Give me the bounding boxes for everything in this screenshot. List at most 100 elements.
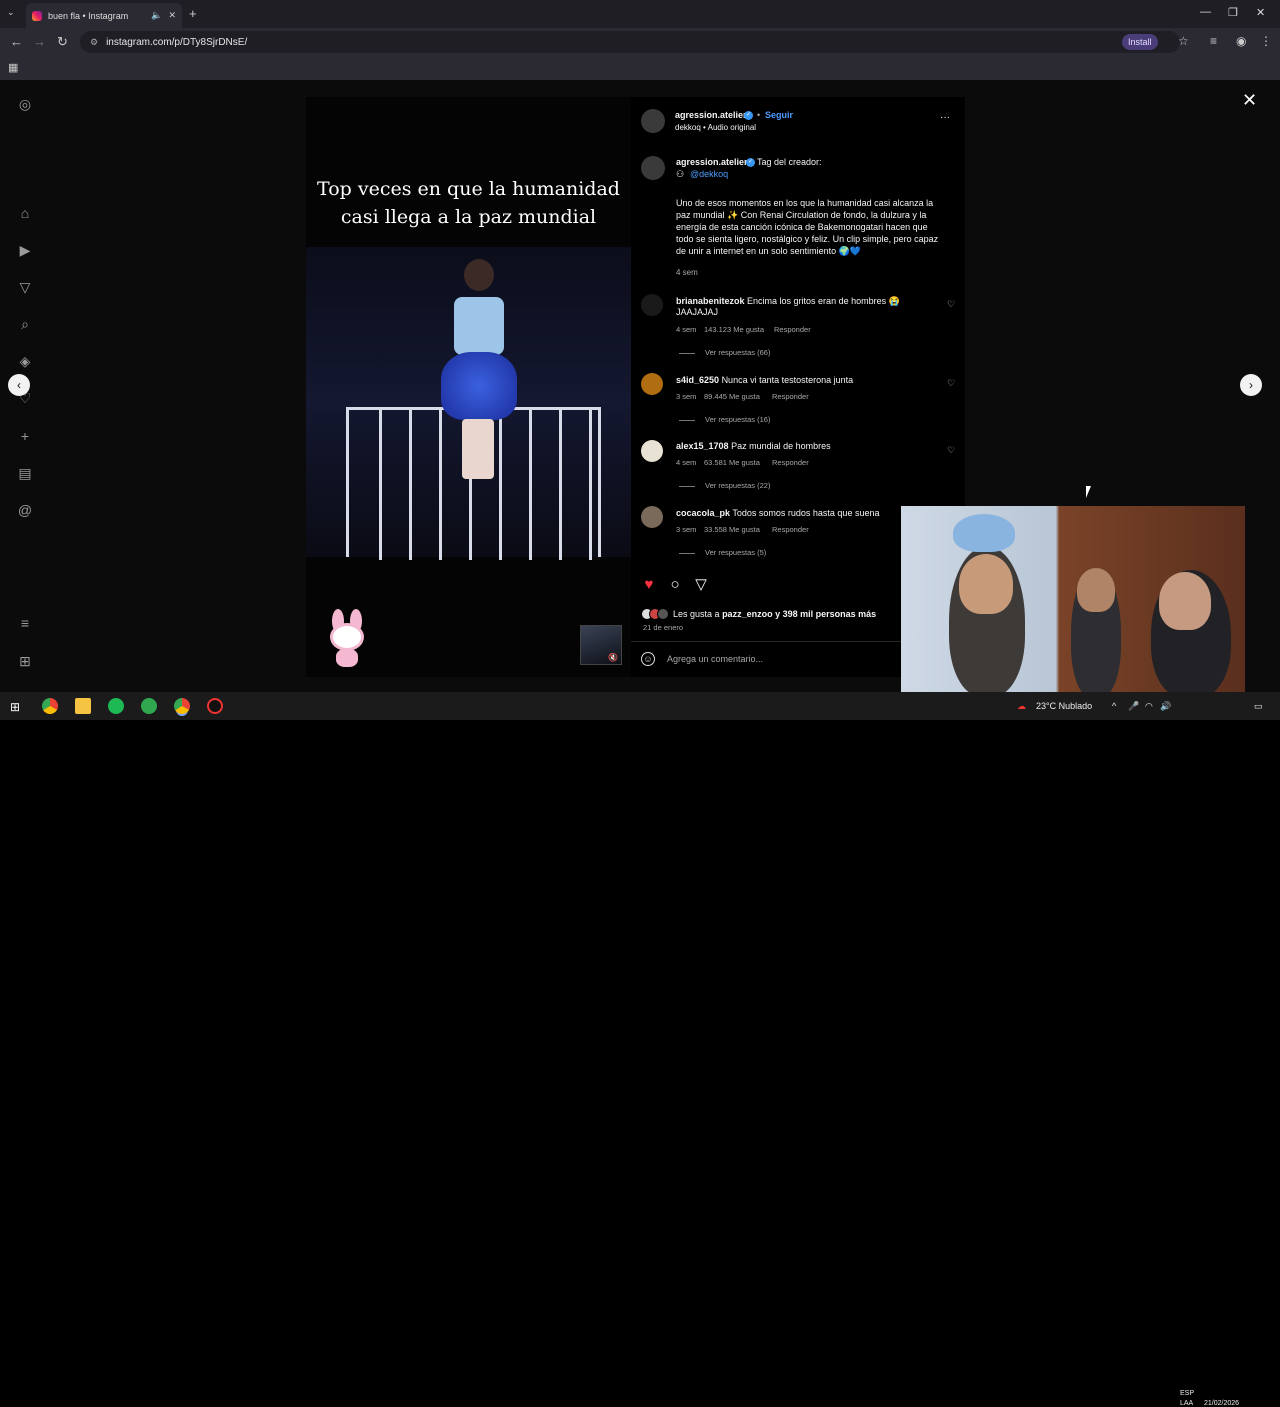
reels-icon[interactable]: ▶ (16, 242, 34, 259)
new-tab-icon[interactable]: + (189, 6, 197, 21)
menu-icon[interactable]: ≡ (16, 615, 34, 631)
likes-suffix[interactable]: y 398 mil personas más (775, 609, 876, 619)
instagram-icon[interactable]: ◎ (16, 96, 34, 113)
creator-mention-link[interactable]: @dekkoq (690, 169, 728, 179)
comment-reply-button[interactable]: Responder (772, 525, 809, 534)
likes-summary[interactable]: Les gusta a pazz_enzoo y 398 mil persona… (641, 608, 876, 620)
likes-prefix: Les gusta a (673, 609, 720, 619)
comment-username[interactable]: s4id_6250 (676, 375, 719, 385)
taskbar-date[interactable]: 21/02/2026 (1204, 1400, 1239, 1407)
lang-secondary[interactable]: LAA (1180, 1400, 1193, 1407)
app-icon[interactable] (207, 698, 223, 714)
caption-avatar[interactable] (641, 156, 665, 180)
view-replies-button[interactable]: Ver respuestas (66) (679, 348, 770, 357)
install-button[interactable]: Install (1122, 34, 1158, 50)
view-replies-button[interactable]: Ver respuestas (16) (679, 415, 770, 424)
back-icon[interactable]: ← (10, 34, 23, 49)
volume-icon[interactable]: 🔊 (1160, 701, 1171, 712)
comment-like-icon[interactable]: ♡ (947, 299, 955, 310)
comment-icon[interactable]: ○ (667, 577, 683, 593)
xbox-icon[interactable] (141, 698, 157, 714)
comment-avatar[interactable] (641, 294, 663, 316)
caption-verified-icon: ✓ (746, 158, 755, 168)
apps-grid-icon[interactable]: ▦ (8, 61, 18, 74)
comment-likes[interactable]: 63.581 Me gusta (704, 458, 760, 467)
maximize-icon[interactable]: ❐ (1228, 6, 1238, 19)
comment-avatar[interactable] (641, 373, 663, 395)
chrome-icon[interactable] (42, 698, 58, 714)
comment-input-bar[interactable]: ☺ Agrega un comentario... (641, 652, 763, 666)
comment-likes[interactable]: 33.558 Me gusta (704, 525, 760, 534)
bookmark-star-icon[interactable]: ☆ (1178, 34, 1189, 48)
comment-input[interactable]: Agrega un comentario... (667, 654, 763, 664)
comment-avatar[interactable] (641, 506, 663, 528)
weather-text[interactable]: 23°C Nublado (1036, 701, 1092, 711)
like-heart-icon[interactable]: ♥ (641, 577, 657, 593)
threads-icon[interactable]: @ (16, 502, 34, 518)
filter-icon[interactable]: ▽ (16, 279, 34, 296)
close-modal-icon[interactable]: ✕ (1242, 90, 1257, 111)
browser-menu-icon[interactable]: ⋮ (1260, 34, 1272, 48)
view-replies-button[interactable]: Ver respuestas (5) (679, 548, 766, 557)
view-replies-button[interactable]: Ver respuestas (22) (679, 481, 770, 490)
windows-start-icon[interactable]: ⊞ (10, 700, 20, 714)
tab-close-icon[interactable]: ✕ (168, 10, 176, 21)
tab-search-icon[interactable]: ⌄ (7, 7, 15, 18)
chrome-active-icon[interactable] (174, 698, 190, 714)
more-icon[interactable]: ⊞ (16, 653, 34, 670)
comment-username[interactable]: cocacola_pk (676, 508, 730, 518)
next-post-button[interactable]: › (1240, 374, 1262, 396)
emoji-icon[interactable]: ☺ (641, 652, 655, 666)
home-icon[interactable]: ⌂ (16, 205, 34, 221)
comment-username[interactable]: alex15_1708 (676, 441, 729, 451)
comment-username[interactable]: brianabenitezok (676, 296, 745, 306)
wifi-icon[interactable]: ◠ (1145, 701, 1153, 712)
header-username[interactable]: agression.atelier (675, 110, 747, 120)
comment-reply-button[interactable]: Responder (774, 325, 811, 334)
audio-label[interactable]: dekkoq • Audio original (675, 123, 756, 132)
more-options-icon[interactable]: ··· (940, 112, 950, 123)
extension-icon[interactable]: ◉ (1236, 34, 1246, 48)
create-icon[interactable]: + (16, 428, 34, 444)
caption-username[interactable]: agression.atelier (676, 157, 748, 167)
comment-likes[interactable]: 89.445 Me gusta (704, 392, 760, 401)
reel-video[interactable]: Top veces en que la humanidad casi llega… (306, 97, 631, 677)
share-icon[interactable]: ▽ (693, 577, 709, 593)
weather-icon[interactable]: ☁ (1017, 701, 1026, 712)
reading-list-icon[interactable]: ≡ (1210, 34, 1217, 48)
mic-icon[interactable]: 🎤 (1128, 701, 1139, 712)
comment-text-line2: JAAJAJAJ (676, 307, 719, 317)
follow-button[interactable]: Seguir (765, 110, 793, 120)
forward-icon[interactable]: → (33, 34, 46, 49)
likes-user[interactable]: pazz_enzoo (722, 609, 773, 619)
dashboard-icon[interactable]: ▤ (16, 465, 34, 482)
caption-time: 4 sem (676, 268, 698, 277)
tray-chevron-icon[interactable]: ^ (1112, 701, 1116, 711)
comment-avatar[interactable] (641, 440, 663, 462)
cap (953, 514, 1015, 552)
reload-icon[interactable]: ↻ (57, 34, 68, 50)
lang-primary[interactable]: ESP (1180, 1390, 1194, 1397)
search-icon[interactable]: ⌕ (16, 316, 34, 333)
previous-post-button[interactable]: ‹ (8, 374, 30, 396)
comment-row: brianabenitezok Encima los gritos eran d… (676, 296, 900, 307)
mute-icon[interactable]: 🔇 (608, 653, 618, 662)
explore-icon[interactable]: ◈ (16, 353, 34, 370)
comment-reply-button[interactable]: Responder (772, 392, 809, 401)
author-avatar[interactable] (641, 109, 665, 133)
file-explorer-icon[interactable] (75, 698, 91, 714)
comment-text: Nunca vi tanta testosterona junta (721, 375, 854, 385)
audio-icon[interactable]: 🔈 (151, 10, 162, 21)
comment-like-icon[interactable]: ♡ (947, 445, 955, 456)
face-right (1159, 572, 1211, 630)
spotify-icon[interactable] (108, 698, 124, 714)
notifications-icon[interactable]: ▭ (1254, 701, 1263, 712)
window-close-icon[interactable]: ✕ (1256, 6, 1265, 19)
site-info-icon[interactable]: ⚙ (90, 37, 98, 48)
minimize-icon[interactable]: — (1200, 6, 1211, 18)
tab-instagram[interactable]: buen fla • Instagram 🔈 ✕ (26, 3, 182, 28)
comment-like-icon[interactable]: ♡ (947, 378, 955, 389)
comment-likes[interactable]: 143.123 Me gusta (704, 325, 764, 334)
comment-reply-button[interactable]: Responder (772, 458, 809, 467)
address-bar[interactable]: ⚙ instagram.com/p/DTy8SjrDNsE/ (80, 31, 1180, 53)
